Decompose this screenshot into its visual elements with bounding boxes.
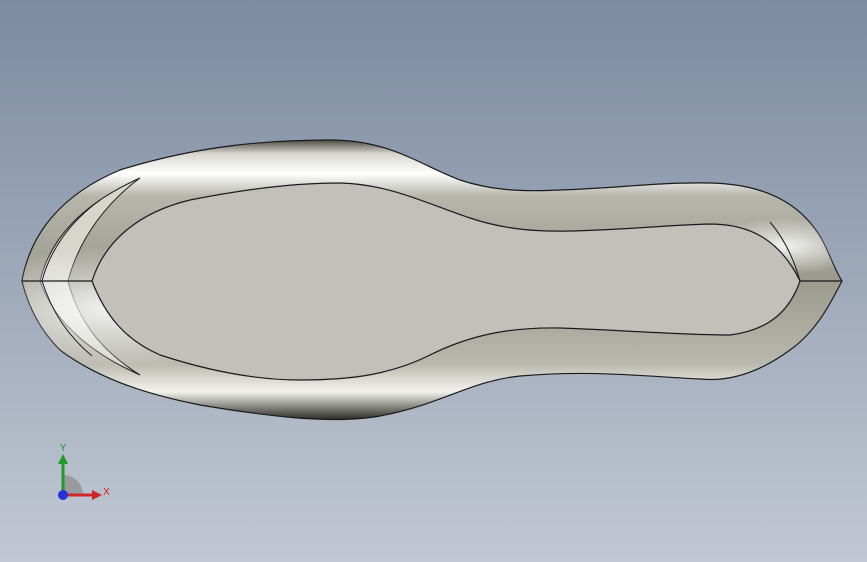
x-axis-label: X — [103, 487, 110, 498]
graphics-viewport[interactable]: Y X — [0, 0, 867, 562]
coordinate-triad: Y X — [48, 440, 118, 510]
coordinate-triad-icon — [58, 454, 102, 500]
y-axis-label: Y — [60, 443, 67, 454]
shoe-sole-model[interactable] — [0, 0, 867, 562]
